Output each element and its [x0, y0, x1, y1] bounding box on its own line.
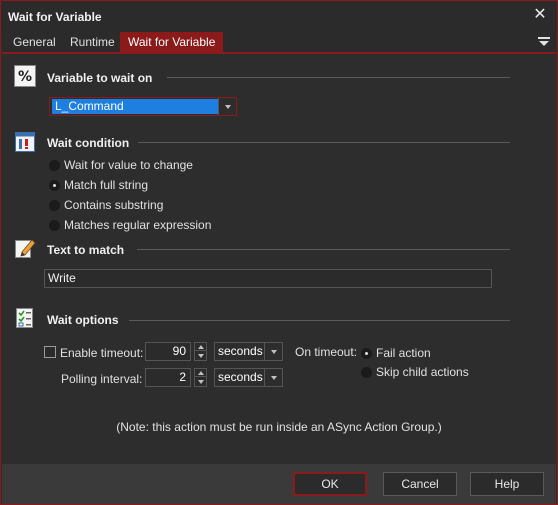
- section-title-wait-options: Wait options: [47, 313, 119, 327]
- tab-wait-for-variable[interactable]: Wait for Variable: [120, 32, 224, 53]
- radio-indicator: [49, 219, 60, 231]
- polling-unit-select[interactable]: seconds: [214, 368, 283, 387]
- polling-interval-label: Polling interval:: [61, 372, 143, 386]
- percent-icon: %: [14, 65, 36, 87]
- enable-timeout-checkbox[interactable]: [44, 346, 56, 358]
- timeout-stepper[interactable]: 90: [145, 342, 208, 361]
- cancel-button[interactable]: Cancel: [383, 472, 457, 496]
- tab-bar: General Runtime Wait for Variable: [2, 32, 556, 54]
- radio-contains-substring[interactable]: Contains substring: [49, 198, 163, 212]
- chevron-up-icon[interactable]: [195, 369, 206, 377]
- condition-icon: [15, 132, 35, 152]
- radio-indicator: [49, 199, 60, 211]
- title-bar: Wait for Variable ✕: [1, 1, 557, 32]
- close-icon[interactable]: ✕: [531, 6, 549, 24]
- radio-matches-regex[interactable]: Matches regular expression: [49, 218, 211, 232]
- section-title-variable: Variable to wait on: [47, 71, 153, 85]
- chevron-down-icon[interactable]: [195, 352, 206, 360]
- radio-indicator: [49, 179, 60, 191]
- chevron-down-icon[interactable]: [264, 369, 282, 386]
- section-divider: [138, 142, 510, 143]
- chevron-up-icon[interactable]: [195, 343, 206, 351]
- radio-label: Skip child actions: [376, 365, 469, 379]
- ok-button[interactable]: OK: [293, 472, 367, 496]
- help-button[interactable]: Help: [470, 472, 544, 496]
- tab-content: % Variable to wait on L_Command Wait con…: [2, 56, 556, 464]
- polling-unit-value: seconds: [218, 370, 263, 384]
- radio-indicator: [49, 159, 60, 171]
- pencil-icon: [15, 239, 36, 258]
- variable-select[interactable]: L_Command: [49, 97, 237, 116]
- radio-label: Fail action: [376, 346, 431, 360]
- chevron-down-icon[interactable]: [195, 378, 206, 386]
- chevron-down-icon[interactable]: [264, 343, 282, 360]
- radio-indicator: [361, 347, 372, 359]
- on-timeout-label: On timeout:: [295, 345, 358, 359]
- section-divider: [129, 320, 510, 321]
- timeout-unit-select[interactable]: seconds: [214, 342, 283, 361]
- radio-wait-for-change[interactable]: Wait for value to change: [49, 158, 193, 172]
- radio-fail-action[interactable]: Fail action: [361, 346, 431, 360]
- radio-match-full-string[interactable]: Match full string: [49, 178, 148, 192]
- svg-text:%: %: [18, 69, 32, 85]
- stepper-buttons: [194, 342, 207, 361]
- chevron-down-icon[interactable]: [218, 98, 236, 115]
- timeout-unit-value: seconds: [218, 344, 263, 358]
- radio-indicator: [361, 366, 372, 378]
- section-divider: [167, 77, 510, 78]
- text-to-match-input[interactable]: Write: [44, 269, 492, 288]
- section-divider: [137, 249, 510, 250]
- dialog-window: Wait for Variable ✕ General Runtime Wait…: [0, 0, 558, 505]
- checklist-icon: [16, 308, 33, 328]
- radio-label: Wait for value to change: [64, 158, 193, 172]
- tab-general[interactable]: General: [5, 32, 64, 53]
- enable-timeout-label: Enable timeout:: [60, 346, 144, 360]
- radio-label: Contains substring: [64, 198, 164, 212]
- polling-value[interactable]: 2: [145, 368, 191, 387]
- tab-menu-icon[interactable]: [538, 35, 550, 49]
- polling-stepper[interactable]: 2: [145, 368, 208, 387]
- radio-skip-child-actions[interactable]: Skip child actions: [361, 365, 469, 379]
- window-title: Wait for Variable: [8, 10, 102, 24]
- radio-label: Matches regular expression: [64, 218, 212, 232]
- timeout-value[interactable]: 90: [145, 342, 191, 361]
- stepper-buttons: [194, 368, 207, 387]
- radio-label: Match full string: [64, 178, 149, 192]
- section-title-text-to-match: Text to match: [47, 243, 125, 257]
- tab-runtime[interactable]: Runtime: [62, 32, 123, 53]
- variable-select-value: L_Command: [52, 99, 218, 114]
- section-title-condition: Wait condition: [47, 136, 130, 150]
- note-text: (Note: this action must be run inside an…: [116, 420, 442, 434]
- button-bar: OK Cancel Help: [2, 464, 556, 504]
